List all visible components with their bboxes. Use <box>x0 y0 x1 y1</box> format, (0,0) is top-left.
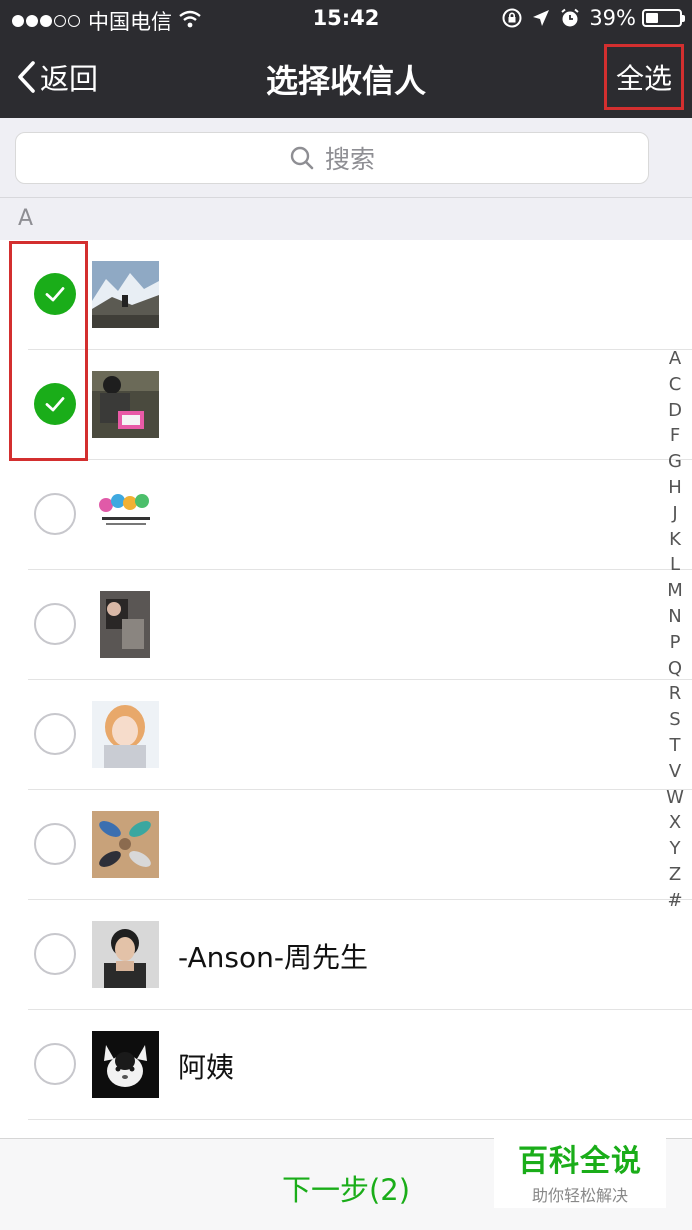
index-letter[interactable]: C <box>669 372 682 398</box>
alarm-icon <box>559 7 581 29</box>
avatar <box>92 481 159 548</box>
contact-name: -Anson-周先生 <box>178 941 368 974</box>
index-letter[interactable]: X <box>669 810 681 836</box>
page-title: 选择收信人 <box>265 62 426 100</box>
index-letter[interactable]: Z <box>669 862 681 888</box>
navigation-bar: 返回 选择收信人 全选 <box>0 38 692 118</box>
rotation-lock-icon <box>501 7 523 29</box>
index-letter[interactable]: W <box>666 785 684 811</box>
contact-checkbox[interactable] <box>34 1043 76 1085</box>
avatar <box>92 261 159 328</box>
battery-percent: 39% <box>589 6 636 30</box>
avatar <box>92 701 159 768</box>
alphabet-index-bar[interactable]: A C D F G H J K L M N P Q R S T V W X Y Z # <box>662 346 688 914</box>
select-all-label: 全选 <box>615 62 672 95</box>
index-letter[interactable]: H <box>668 475 682 501</box>
contact-row[interactable] <box>0 350 692 460</box>
index-letter[interactable]: M <box>667 578 683 604</box>
contact-row[interactable] <box>0 460 692 570</box>
contact-row[interactable] <box>0 570 692 680</box>
index-letter[interactable]: D <box>668 398 682 424</box>
index-letter[interactable]: L <box>670 552 680 578</box>
contact-row[interactable]: -Anson-周先生 <box>0 900 692 1010</box>
contact-row[interactable] <box>0 680 692 790</box>
avatar <box>92 371 159 438</box>
contact-list: -Anson-周先生 阿姨 <box>0 240 692 1130</box>
index-letter[interactable]: P <box>670 630 681 656</box>
status-bar: 中国电信 15:42 39% <box>0 0 692 38</box>
index-letter[interactable]: # <box>667 888 682 914</box>
select-all-button[interactable]: 全选 <box>604 44 684 110</box>
status-right: 39% <box>501 6 685 30</box>
avatar <box>92 1031 159 1098</box>
contact-row[interactable] <box>0 240 692 350</box>
watermark-logo: 百科全说 助你轻松解决 <box>494 1122 666 1208</box>
battery-icon <box>642 9 685 27</box>
index-letter[interactable]: N <box>668 604 681 630</box>
contact-checkbox[interactable] <box>34 713 76 755</box>
index-letter[interactable]: S <box>669 707 680 733</box>
contact-checkbox[interactable] <box>34 603 76 645</box>
section-letter: A <box>18 206 34 231</box>
index-letter[interactable]: K <box>669 527 681 553</box>
contact-row[interactable] <box>0 790 692 900</box>
avatar <box>92 921 159 988</box>
row-divider <box>28 1119 692 1120</box>
contact-name: 阿姨 <box>178 1051 235 1084</box>
index-letter[interactable]: A <box>669 346 681 372</box>
selected-checkboxes-highlight <box>9 241 88 461</box>
watermark-title: 百科全说 <box>518 1144 642 1179</box>
index-letter[interactable]: G <box>668 449 682 475</box>
index-letter[interactable]: F <box>670 423 680 449</box>
screen: 中国电信 15:42 39% 返回 选择收信人 全选 搜索 A -Anson-周… <box>0 0 692 1230</box>
avatar <box>92 811 159 878</box>
contact-checkbox[interactable] <box>34 493 76 535</box>
avatar <box>92 591 159 658</box>
location-icon <box>531 8 551 28</box>
battery-level-fill <box>646 13 658 23</box>
search-placeholder: 搜索 <box>324 145 375 174</box>
contact-row[interactable]: 阿姨 <box>0 1010 692 1120</box>
contact-checkbox[interactable] <box>34 933 76 975</box>
contact-checkbox[interactable] <box>34 823 76 865</box>
section-header: A <box>0 198 692 240</box>
index-letter[interactable]: T <box>670 733 681 759</box>
index-letter[interactable]: J <box>672 501 677 527</box>
index-letter[interactable]: V <box>669 759 681 785</box>
index-letter[interactable]: R <box>669 681 682 707</box>
search-area: 搜索 <box>0 118 692 198</box>
index-letter[interactable]: Y <box>670 836 681 862</box>
search-input[interactable]: 搜索 <box>15 132 649 184</box>
search-icon <box>290 146 314 170</box>
index-letter[interactable]: Q <box>668 656 682 682</box>
watermark-subtitle: 助你轻松解决 <box>531 1186 628 1205</box>
